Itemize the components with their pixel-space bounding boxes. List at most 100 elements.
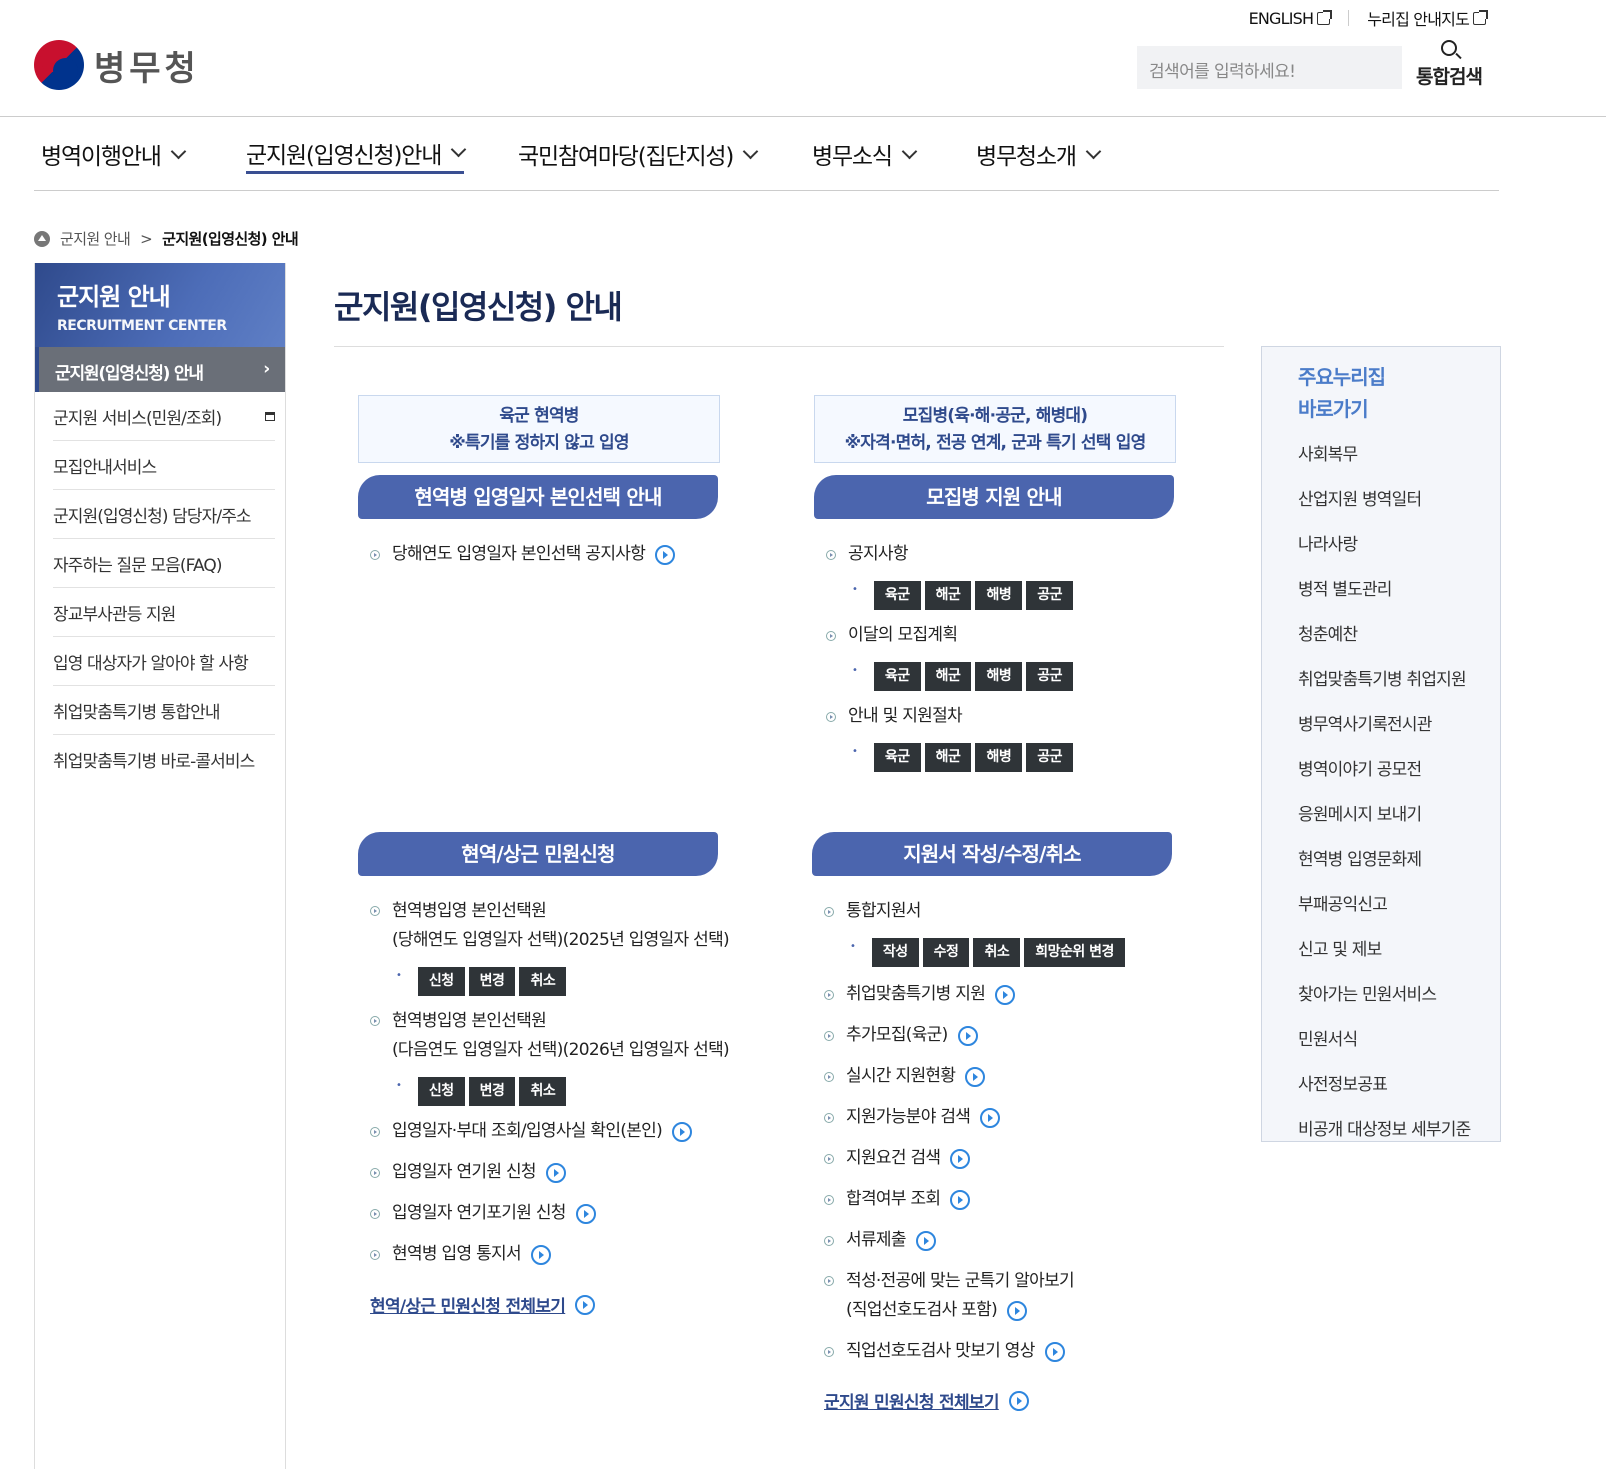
army-box-line2: ※특기를 정하지 않고 입영 bbox=[449, 433, 629, 453]
quick-link[interactable]: 현역병 입영문화제 bbox=[1298, 838, 1500, 883]
sidebar-item[interactable]: 취업맞춤특기병 통합안내 bbox=[53, 686, 275, 735]
chip-button[interactable]: 육군 bbox=[873, 743, 921, 772]
go-arrow-icon[interactable] bbox=[950, 1148, 971, 1169]
quick-link[interactable]: 민원서식 bbox=[1298, 1018, 1500, 1063]
sidebar-item[interactable]: 자주하는 질문 모음(FAQ) bbox=[53, 539, 275, 588]
go-arrow-icon[interactable] bbox=[655, 544, 676, 565]
nav-enlistment[interactable]: 군지원(입영신청)안내 bbox=[246, 134, 467, 174]
army-notice-link[interactable]: 당해연도 입영일자 본인선택 공지사항 bbox=[370, 540, 676, 569]
quick-link[interactable]: 산업지원 병역일터 bbox=[1298, 478, 1500, 523]
go-arrow-icon[interactable] bbox=[530, 1244, 551, 1265]
apply-preview-link[interactable]: 직업선호도검사 맛보기 영상 bbox=[824, 1337, 1065, 1366]
chip-button[interactable]: 해군 bbox=[924, 743, 972, 772]
sidebar-item-label: 자주하는 질문 모음(FAQ) bbox=[53, 555, 223, 576]
quick-link[interactable]: 부패공익신고 bbox=[1298, 883, 1500, 928]
quick-link[interactable]: 병무역사기록전시관 bbox=[1298, 703, 1500, 748]
apply-link[interactable]: 서류제출 bbox=[824, 1226, 936, 1255]
chip-button[interactable]: 해군 bbox=[924, 662, 972, 691]
go-arrow-icon[interactable] bbox=[980, 1107, 1001, 1128]
english-link[interactable]: ENGLISH bbox=[1249, 9, 1333, 28]
quick-link[interactable]: 찾아가는 민원서비스 bbox=[1298, 973, 1500, 1018]
go-arrow-icon[interactable] bbox=[965, 1066, 986, 1087]
apply-aptitude-link[interactable]: 적성·전공에 맞는 군특기 알아보기 (직업선호도검사 포함) bbox=[824, 1267, 1075, 1325]
sidebar-item[interactable]: 입영 대상자가 알아야 할 사항 bbox=[53, 637, 275, 686]
apply-link[interactable]: 취업맞춤특기병 지원 bbox=[824, 980, 1016, 1009]
link-label: 군지원 민원신청 전체보기 bbox=[824, 1393, 999, 1413]
logo[interactable]: 병무청 bbox=[34, 40, 200, 90]
chip-button[interactable]: 희망순위 변경 bbox=[1024, 938, 1125, 967]
chip-button[interactable]: 신청 bbox=[417, 1077, 465, 1106]
chip-button[interactable]: 해병 bbox=[975, 743, 1023, 772]
quick-link[interactable]: 병적 별도관리 bbox=[1298, 568, 1500, 613]
sidebar-item[interactable]: 장교부사관등 지원 bbox=[53, 588, 275, 637]
quick-link[interactable]: 사전정보공표 bbox=[1298, 1063, 1500, 1108]
chip-button[interactable]: 취소 bbox=[973, 938, 1021, 967]
chip-button[interactable]: 육군 bbox=[873, 662, 921, 691]
civil-view-all-link[interactable]: 현역/상근 민원신청 전체보기 bbox=[370, 1292, 596, 1317]
go-arrow-icon[interactable] bbox=[995, 984, 1016, 1005]
sidebar-item[interactable]: 군지원 서비스(민원/조회) bbox=[53, 392, 275, 441]
chip-button[interactable]: 공군 bbox=[1026, 581, 1073, 610]
search-input[interactable]: 검색어를 입력하세요! bbox=[1137, 46, 1402, 89]
quick-link[interactable]: 나라사랑 bbox=[1298, 523, 1500, 568]
chip-button[interactable]: 취소 bbox=[519, 967, 567, 996]
home-icon[interactable] bbox=[34, 230, 50, 247]
chip-button[interactable]: 해병 bbox=[975, 581, 1023, 610]
sitemap-link[interactable]: 누리집 안내지도 bbox=[1367, 6, 1488, 30]
apply-link[interactable]: 실시간 지원현황 bbox=[824, 1062, 986, 1091]
apply-link[interactable]: 합격여부 조회 bbox=[824, 1185, 971, 1214]
civil-link[interactable]: 입영일자 연기포기원 신청 bbox=[370, 1199, 596, 1228]
chip-button[interactable]: 해군 bbox=[924, 581, 972, 610]
civil-link[interactable]: 입영일자·부대 조회/입영사실 확인(본인) bbox=[370, 1117, 693, 1146]
quick-link[interactable]: 병역이야기 공모전 bbox=[1298, 748, 1500, 793]
recruit-section-pill[interactable]: 모집병 지원 안내 bbox=[814, 475, 1174, 519]
go-arrow-icon[interactable] bbox=[672, 1121, 693, 1142]
apply-section-pill[interactable]: 지원서 작성/수정/취소 bbox=[812, 832, 1172, 876]
search-button[interactable]: 통합검색 bbox=[1414, 40, 1484, 89]
nav-news[interactable]: 병무소식 bbox=[812, 134, 918, 174]
chip-button[interactable]: 육군 bbox=[873, 581, 921, 610]
civil-selection-2: 현역병입영 본인선택원 (다음연도 입영일자 선택)(2026년 입영일자 선택) bbox=[370, 1007, 730, 1065]
go-arrow-icon[interactable] bbox=[1044, 1341, 1065, 1362]
chip-button[interactable]: 변경 bbox=[468, 1077, 516, 1106]
apply-view-all-link[interactable]: 군지원 민원신청 전체보기 bbox=[824, 1388, 1029, 1413]
go-arrow-icon[interactable] bbox=[545, 1162, 566, 1183]
quick-link[interactable]: 청춘예찬 bbox=[1298, 613, 1500, 658]
breadcrumb-parent[interactable]: 군지원 안내 bbox=[60, 228, 131, 249]
group-label: 공지사항 bbox=[848, 544, 908, 564]
chip-button[interactable]: 신청 bbox=[417, 967, 465, 996]
sidebar-item[interactable]: 취업맞춤특기병 바로-콜서비스 bbox=[53, 735, 275, 784]
quick-link[interactable]: 비공개 대상정보 세부기준 bbox=[1298, 1108, 1500, 1153]
chip-button[interactable]: 공군 bbox=[1026, 743, 1073, 772]
go-arrow-icon[interactable] bbox=[915, 1230, 936, 1251]
nav-participation[interactable]: 국민참여마당(집단지성) bbox=[518, 134, 759, 174]
chip-button[interactable]: 취소 bbox=[519, 1077, 567, 1106]
quick-link[interactable]: 신고 및 제보 bbox=[1298, 928, 1500, 973]
civil-section-pill[interactable]: 현역/상근 민원신청 bbox=[358, 832, 718, 876]
sidebar-item-current[interactable]: 군지원(입영신청) 안내 › bbox=[35, 347, 285, 392]
logo-text: 병무청 bbox=[94, 48, 200, 89]
sidebar-item[interactable]: 군지원(입영신청) 담당자/주소 bbox=[53, 490, 275, 539]
nav-military-service[interactable]: 병역이행안내 bbox=[41, 134, 187, 174]
chip-button[interactable]: 해병 bbox=[975, 662, 1023, 691]
chip-button[interactable]: 변경 bbox=[468, 967, 516, 996]
go-arrow-icon[interactable] bbox=[950, 1189, 971, 1210]
nav-about[interactable]: 병무청소개 bbox=[976, 134, 1102, 174]
civil-link[interactable]: 현역병 입영 통지서 bbox=[370, 1240, 551, 1269]
apply-link[interactable]: 추가모집(육군) bbox=[824, 1021, 978, 1050]
go-arrow-icon[interactable] bbox=[575, 1203, 596, 1224]
chip-button[interactable]: 작성 bbox=[871, 938, 919, 967]
apply-link[interactable]: 지원가능분야 검색 bbox=[824, 1103, 1001, 1132]
go-arrow-icon[interactable] bbox=[1007, 1300, 1028, 1321]
quick-link[interactable]: 취업맞춤특기병 취업지원 bbox=[1298, 658, 1500, 703]
chip-button[interactable]: 공군 bbox=[1026, 662, 1073, 691]
civil-link[interactable]: 입영일자 연기원 신청 bbox=[370, 1158, 566, 1187]
quick-link[interactable]: 사회복무 bbox=[1298, 433, 1500, 478]
chip-button[interactable]: 수정 bbox=[922, 938, 970, 967]
apply-link[interactable]: 지원요건 검색 bbox=[824, 1144, 971, 1173]
sidebar-item[interactable]: 모집안내서비스 bbox=[53, 441, 275, 490]
chevron-down-icon bbox=[742, 143, 759, 159]
go-arrow-icon[interactable] bbox=[957, 1025, 978, 1046]
army-section-pill[interactable]: 현역병 입영일자 본인선택 안내 bbox=[358, 475, 718, 519]
quick-link[interactable]: 응원메시지 보내기 bbox=[1298, 793, 1500, 838]
